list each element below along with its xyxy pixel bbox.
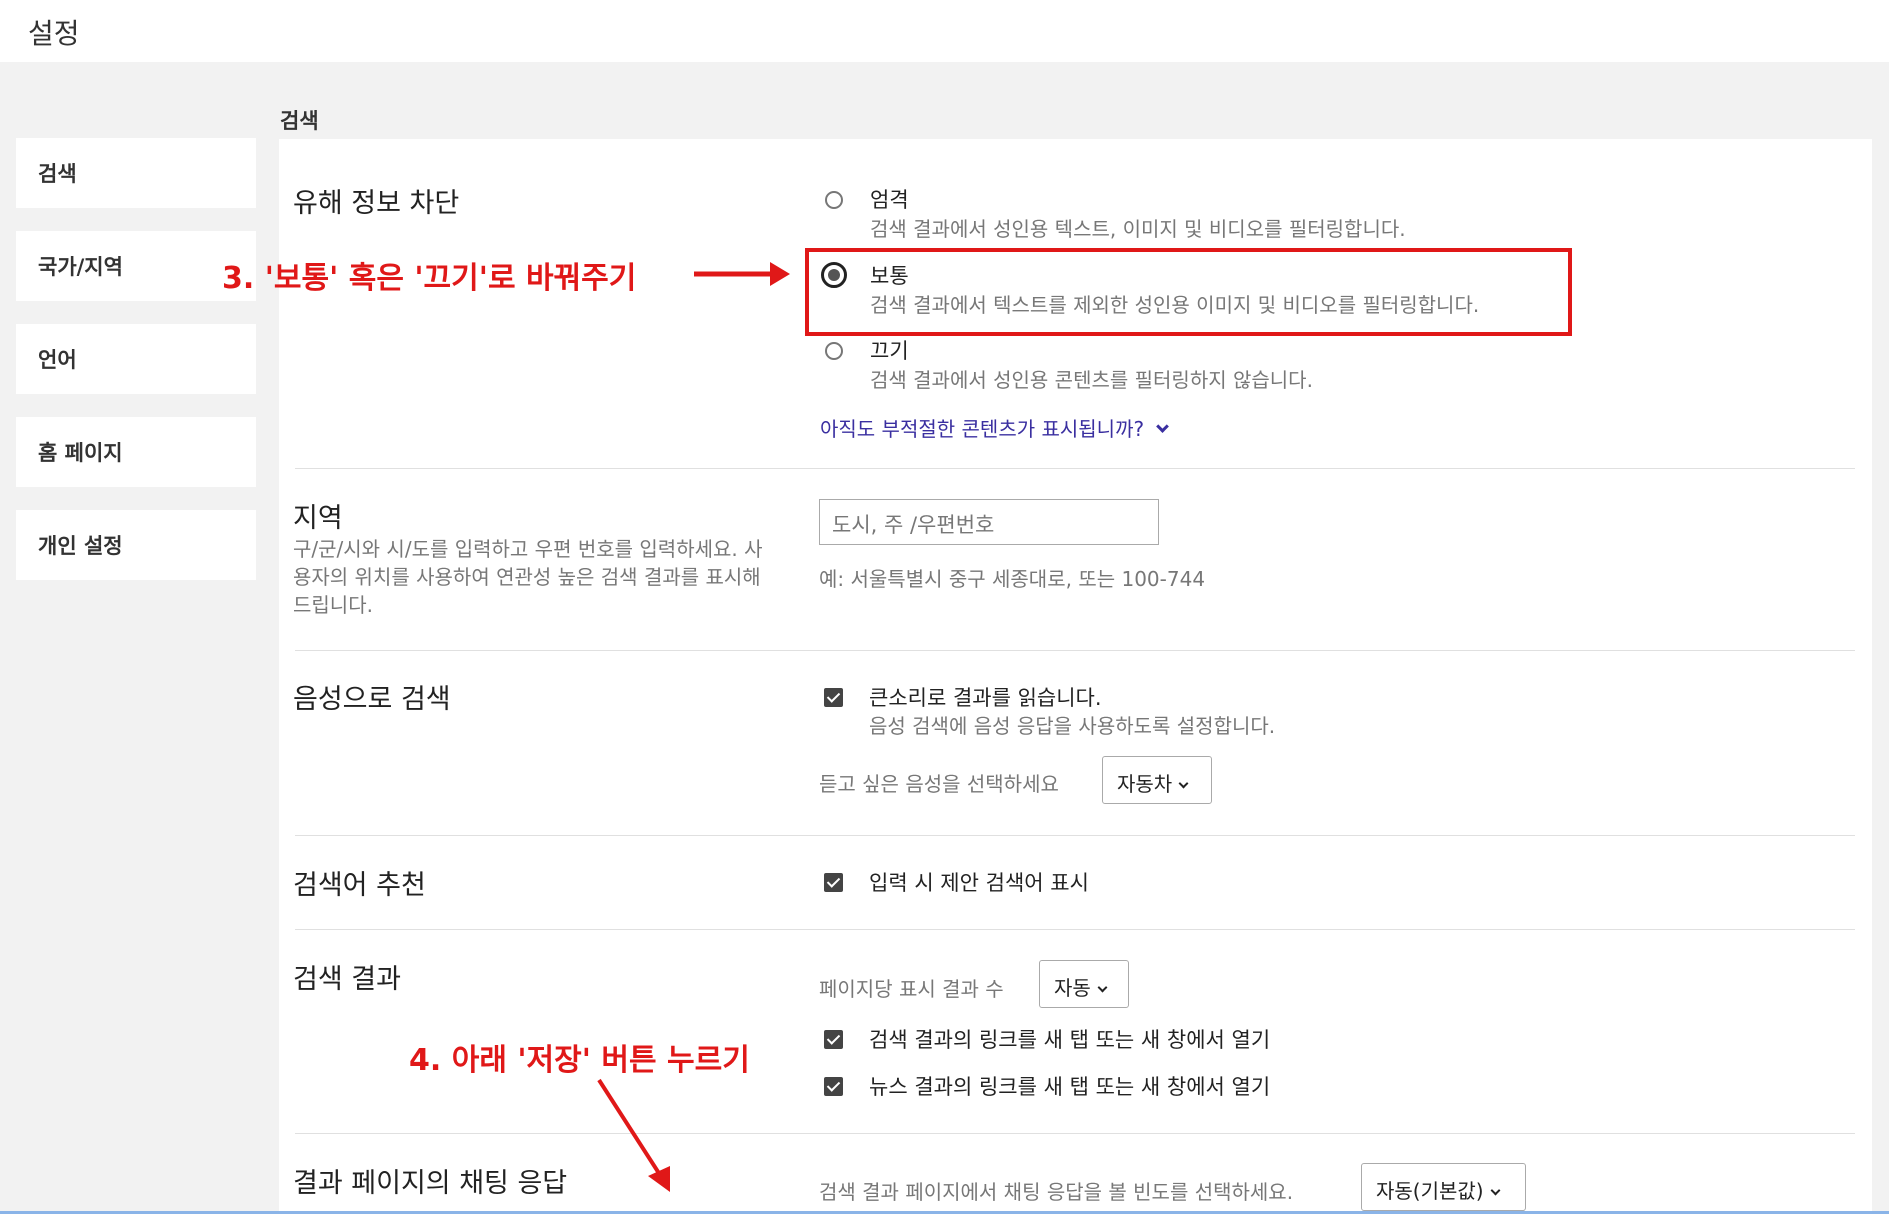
voice-select-value: 자동차 — [1117, 772, 1173, 796]
voice-select-label: 듣고 싶은 음성을 선택하세요 — [819, 772, 1059, 796]
option-strict-title: 엄격 — [870, 188, 909, 212]
top-bar: 설정 — [0, 0, 1889, 62]
sidebar: 검색 국가/지역 언어 홈 페이지 개인 설정 — [16, 138, 256, 603]
divider — [295, 929, 1855, 930]
inappropriate-content-link[interactable]: 아직도 부적절한 콘텐츠가 표시됩니까? — [820, 413, 1169, 442]
safe-search-label: 유해 정보 차단 — [293, 188, 460, 219]
divider — [295, 835, 1855, 836]
voice-label: 음성으로 검색 — [293, 684, 451, 715]
radio-strict[interactable] — [825, 191, 843, 209]
results-new-tab-checkbox[interactable] — [824, 1030, 843, 1049]
divider — [295, 468, 1855, 469]
radio-off[interactable] — [825, 342, 843, 360]
sidebar-item-homepage[interactable]: 홈 페이지 — [16, 417, 256, 487]
voice-checkbox[interactable] — [824, 688, 843, 707]
per-page-select-value: 자동 — [1054, 976, 1091, 1000]
region-hint: 예: 서울특별시 중구 세종대로, 또는 100-744 — [819, 567, 1206, 591]
annotation-step3: 3. '보통' 혹은 '끄기'로 바꿔주기 — [222, 261, 637, 296]
sidebar-item-search[interactable]: 검색 — [16, 138, 256, 208]
news-new-tab-label: 뉴스 결과의 링크를 새 탭 또는 새 창에서 열기 — [869, 1075, 1271, 1099]
chat-label: 결과 페이지의 채팅 응답 — [293, 1168, 568, 1199]
voice-checkbox-title: 큰소리로 결과를 읽습니다. — [869, 686, 1102, 710]
region-input[interactable]: 도시, 주 /우편번호 — [819, 499, 1159, 545]
chat-select-value: 자동(기본값) — [1376, 1179, 1484, 1203]
chat-select-label: 검색 결과 페이지에서 채팅 응답을 볼 빈도를 선택하세요. — [819, 1180, 1294, 1204]
chevron-down-icon — [1097, 982, 1108, 993]
suggest-checkbox-title: 입력 시 제안 검색어 표시 — [869, 871, 1089, 895]
chat-select[interactable]: 자동(기본값) — [1361, 1163, 1526, 1211]
region-desc: 구/군/시와 시/도를 입력하고 우편 번호를 입력하세요. 사용자의 위치를 … — [293, 537, 763, 617]
voice-select[interactable]: 자동차 — [1102, 756, 1212, 804]
results-new-tab-label: 검색 결과의 링크를 새 탭 또는 새 창에서 열기 — [869, 1028, 1271, 1052]
highlight-box — [805, 248, 1572, 336]
news-new-tab-checkbox[interactable] — [824, 1077, 843, 1096]
arrow-right-icon — [694, 262, 790, 286]
region-label: 지역 — [293, 503, 343, 534]
arrow-down-icon — [597, 1078, 670, 1192]
page-title: 설정 — [28, 17, 80, 50]
section-title: 검색 — [280, 109, 319, 133]
voice-checkbox-desc: 음성 검색에 음성 응답을 사용하도록 설정합니다. — [869, 714, 1276, 738]
chevron-down-icon — [1178, 778, 1189, 789]
inappropriate-content-link-text: 아직도 부적절한 콘텐츠가 표시됩니까? — [820, 417, 1145, 441]
per-page-label: 페이지당 표시 결과 수 — [819, 977, 1004, 1001]
sidebar-item-language[interactable]: 언어 — [16, 324, 256, 394]
suggest-checkbox[interactable] — [824, 873, 843, 892]
annotation-step4: 4. 아래 '저장' 버튼 누르기 — [409, 1043, 750, 1078]
sidebar-item-country-region[interactable]: 국가/지역 — [16, 231, 256, 301]
divider — [295, 650, 1855, 651]
suggest-label: 검색어 추천 — [293, 870, 426, 901]
results-label: 검색 결과 — [293, 964, 401, 995]
option-off-title: 끄기 — [870, 339, 909, 363]
sidebar-item-personal-settings[interactable]: 개인 설정 — [16, 510, 256, 580]
option-off-desc: 검색 결과에서 성인용 콘텐츠를 필터링하지 않습니다. — [870, 368, 1313, 392]
chevron-down-icon — [1490, 1185, 1501, 1196]
divider — [295, 1133, 1855, 1134]
per-page-select[interactable]: 자동 — [1039, 960, 1129, 1008]
chevron-down-icon — [1156, 420, 1169, 433]
option-strict-desc: 검색 결과에서 성인용 텍스트, 이미지 및 비디오를 필터링합니다. — [870, 217, 1406, 241]
